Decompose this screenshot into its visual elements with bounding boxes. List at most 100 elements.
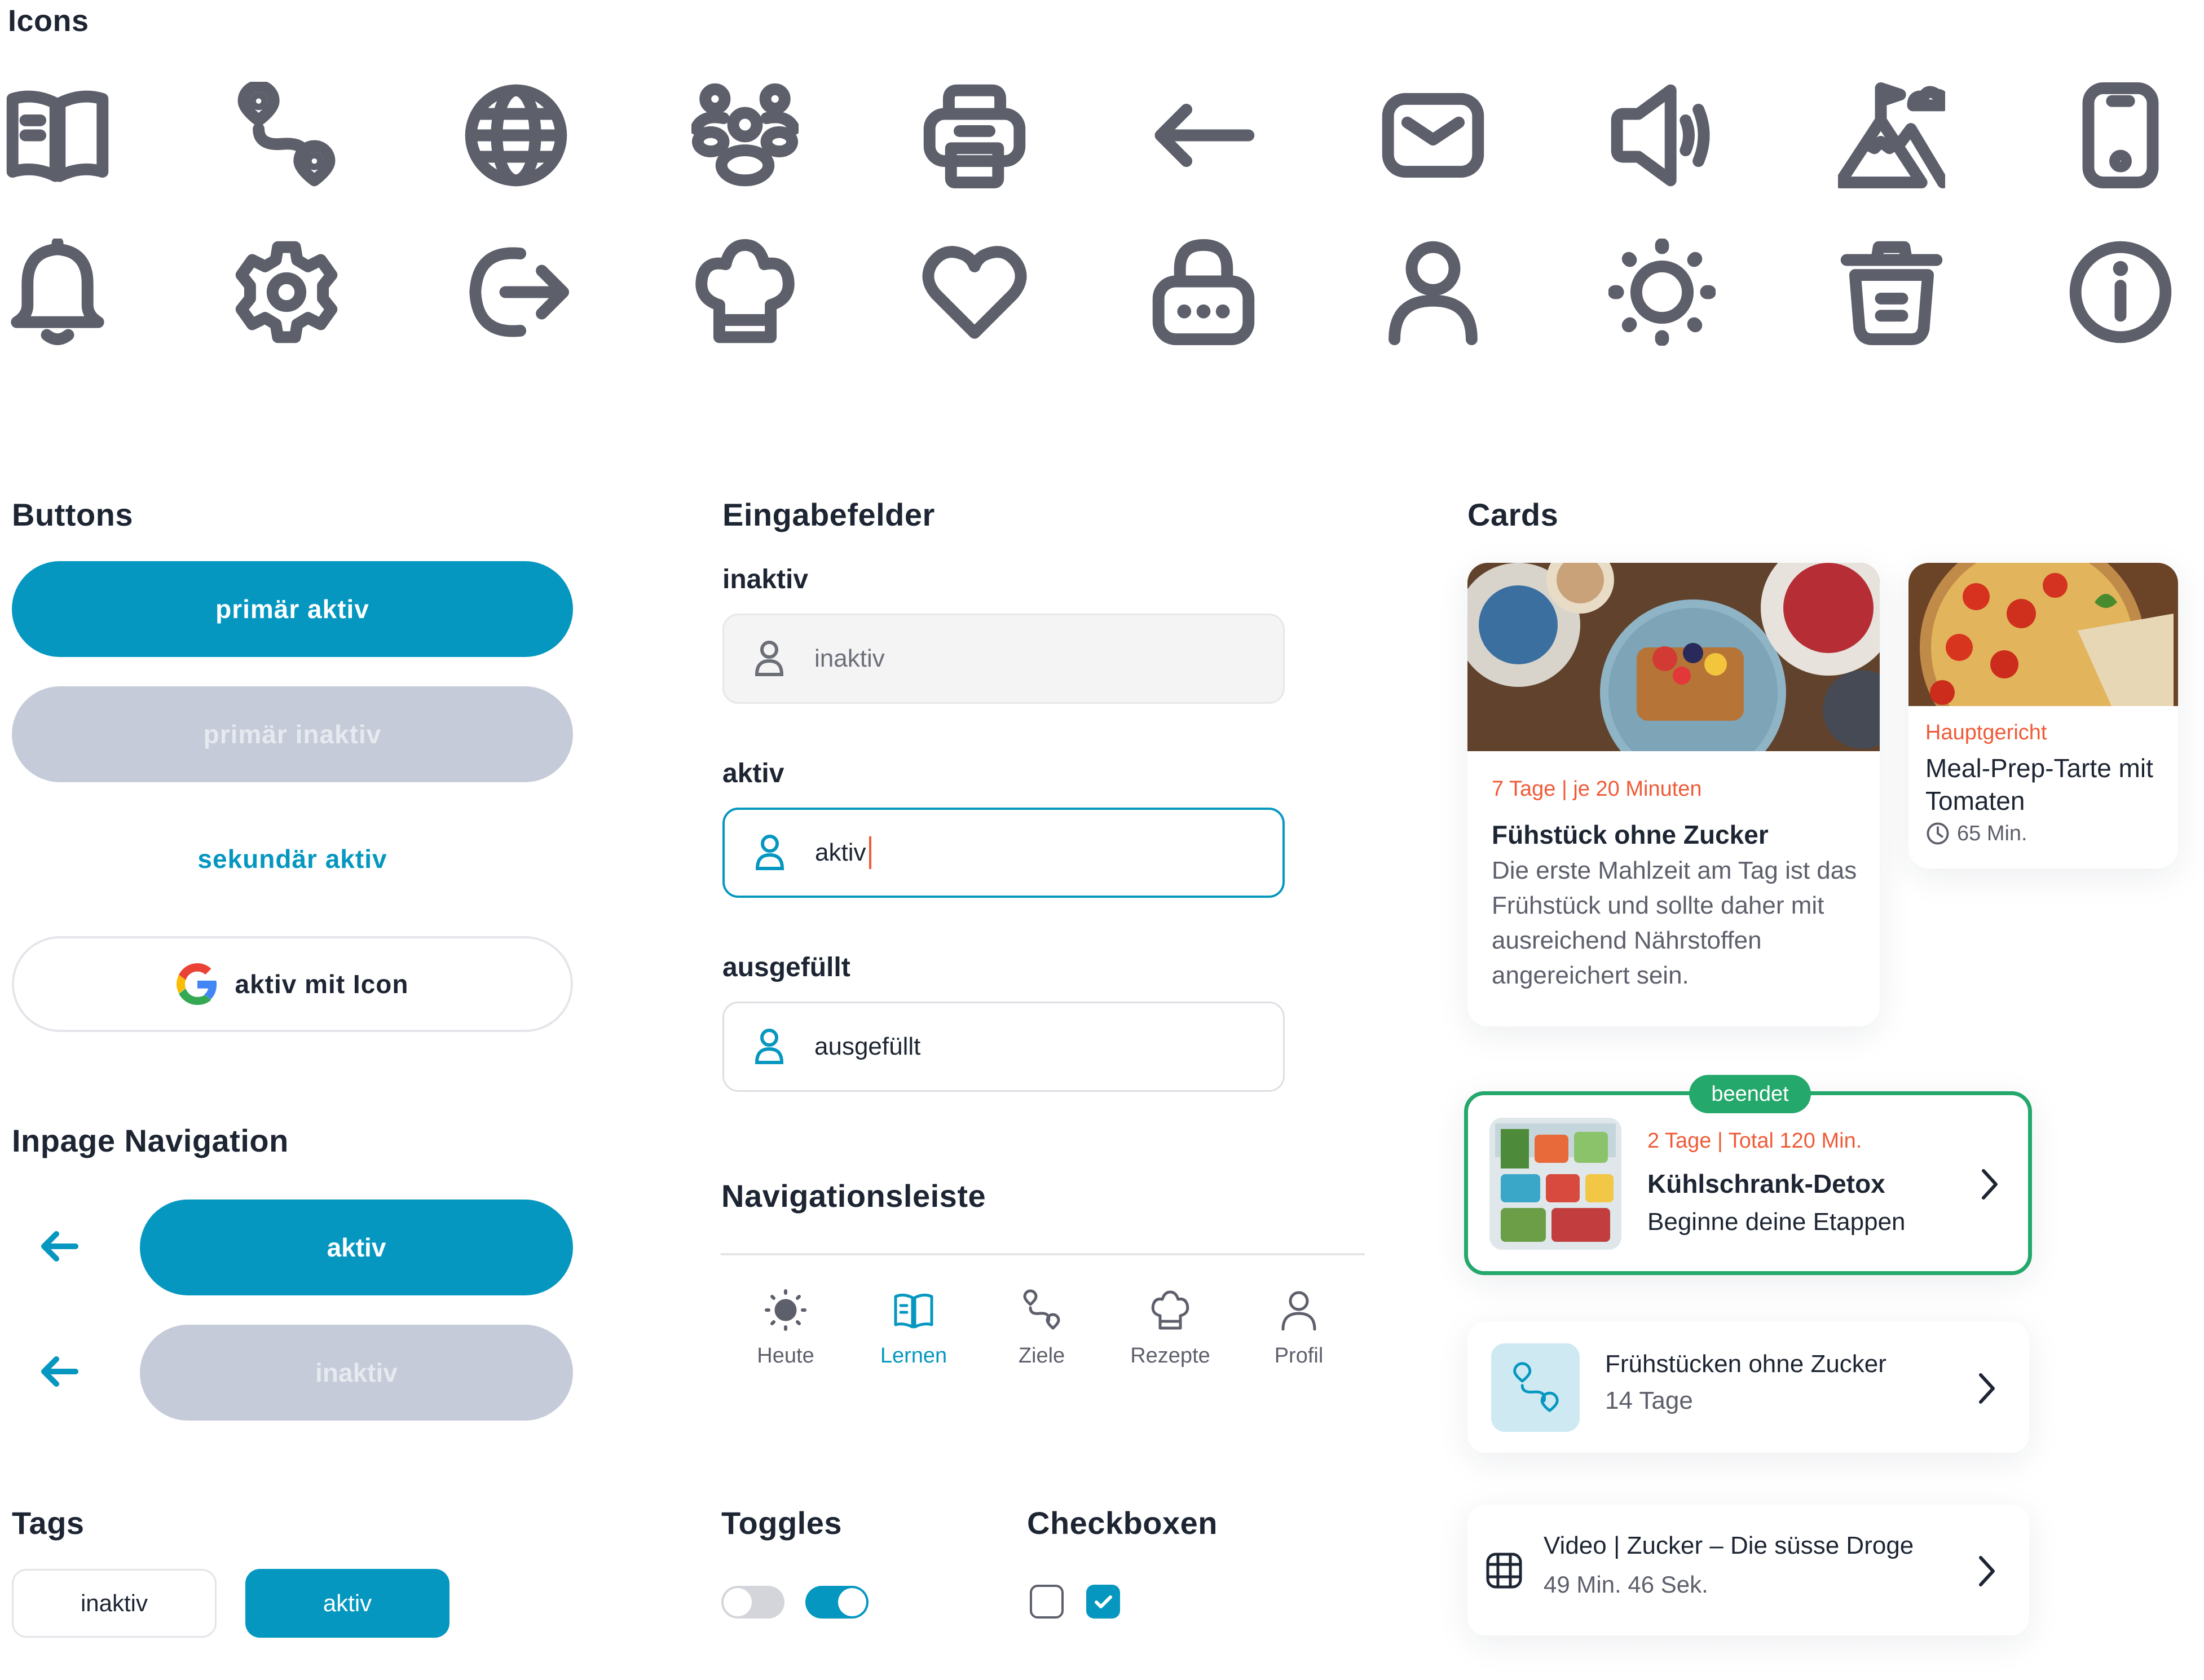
section-title-inpage-navigation: Inpage Navigation: [12, 1123, 289, 1158]
tag-inactive[interactable]: inaktiv: [12, 1569, 217, 1638]
toggle-knob: [838, 1588, 866, 1616]
card-subtitle: 49 Min. 46 Sek.: [1544, 1571, 1708, 1598]
user-icon: [754, 834, 786, 872]
toggle-on[interactable]: [805, 1586, 869, 1619]
phone-icon: [2064, 79, 2177, 192]
route-icon: [230, 79, 343, 192]
nav-label-rezepte: Rezepte: [1130, 1344, 1210, 1368]
icon-button-label: aktiv mit Icon: [235, 969, 409, 999]
check-icon: [1095, 1595, 1112, 1608]
card-title: Frühstücken ohne Zucker: [1605, 1350, 1886, 1378]
nav-label-ziele: Ziele: [1018, 1344, 1065, 1368]
user-icon: [1377, 236, 1489, 349]
checkbox-unchecked[interactable]: [1030, 1585, 1064, 1619]
nav-item-rezepte[interactable]: Rezepte: [1114, 1289, 1227, 1368]
card-time: 65 Min.: [1925, 821, 2027, 846]
breakfast-image: [1467, 563, 1880, 751]
secondary-active-button[interactable]: sekundär aktiv: [12, 811, 573, 907]
text-caret: [869, 836, 872, 869]
route-icon: [1513, 1362, 1559, 1412]
nav-item-ziele[interactable]: Ziele: [985, 1289, 1098, 1368]
status-badge: beendet: [1689, 1075, 1811, 1113]
card-title: Fühstück ohne Zucker: [1492, 820, 1769, 849]
input-label-active: aktiv: [722, 759, 784, 788]
card-time-text: 65 Min.: [1957, 821, 2027, 845]
route-icon: [1023, 1289, 1060, 1330]
goal-card[interactable]: Frühstücken ohne Zucker 14 Tage: [1467, 1322, 2029, 1453]
mountain-icon: [1835, 79, 1948, 192]
nav-label-profil: Profil: [1274, 1344, 1324, 1368]
primary-inactive-button[interactable]: primär inaktiv: [12, 686, 573, 782]
book-icon: [1, 79, 114, 192]
chevron-right-icon[interactable]: [1980, 1167, 1999, 1201]
input-label-filled: ausgefüllt: [722, 953, 850, 982]
globe-icon: [460, 79, 572, 192]
inpage-nav-inactive-button[interactable]: inaktiv: [140, 1325, 573, 1421]
fridge-image: [1489, 1118, 1621, 1250]
input-label-inactive: inaktiv: [722, 565, 809, 594]
tarte-image: [1908, 563, 2178, 706]
chef-hat-icon: [689, 236, 801, 349]
card-description: Die erste Mahlzeit am Tag ist das Frühst…: [1492, 857, 1857, 989]
icon-button[interactable]: aktiv mit Icon: [12, 936, 573, 1032]
toggle-off[interactable]: [721, 1586, 784, 1619]
section-title-buttons: Buttons: [12, 497, 134, 532]
goal-icon-tile: [1491, 1343, 1580, 1432]
section-title-checkboxes: Checkboxen: [1027, 1505, 1218, 1541]
nav-item-heute[interactable]: Heute: [729, 1289, 842, 1368]
primary-active-button[interactable]: primär aktiv: [12, 561, 573, 657]
input-filled-value: ausgefüllt: [814, 1033, 921, 1060]
info-icon: [2064, 236, 2177, 349]
lock-icon: [1147, 236, 1260, 349]
back-arrow-inactive[interactable]: [39, 1355, 79, 1388]
card-title: Video | Zucker – Die süsse Droge: [1544, 1532, 1914, 1559]
section-title-cards: Cards: [1467, 497, 1559, 532]
trash-icon: [1835, 236, 1948, 349]
input-active[interactable]: aktiv: [722, 808, 1285, 898]
nav-label-lernen: Lernen: [880, 1344, 947, 1368]
navbar-divider: [721, 1253, 1365, 1255]
video-card[interactable]: Video | Zucker – Die süsse Droge 49 Min.…: [1467, 1505, 2029, 1635]
card-subtitle: Beginne deine Etappen: [1647, 1208, 1906, 1236]
input-inactive-value: inaktiv: [814, 645, 885, 672]
clock-icon: [1927, 822, 1949, 845]
chef-hat-icon: [1151, 1290, 1189, 1330]
card-subtitle: 14 Tage: [1605, 1387, 1693, 1414]
sun-icon: [765, 1289, 806, 1331]
back-arrow-active[interactable]: [39, 1229, 79, 1263]
toggle-knob: [724, 1588, 752, 1616]
nav-item-lernen[interactable]: Lernen: [857, 1289, 970, 1368]
user-icon: [753, 1028, 785, 1066]
tag-active[interactable]: aktiv: [245, 1569, 449, 1638]
card-title: Meal-Prep-Tarte mit Tomaten: [1925, 753, 2153, 815]
mail-icon: [1377, 79, 1489, 192]
input-active-value: aktiv: [815, 839, 866, 866]
logout-icon: [460, 236, 572, 349]
card-meta: 2 Tage | Total 120 Min.: [1647, 1129, 1862, 1153]
card-title: Kühlschrank-Detox: [1647, 1169, 1885, 1198]
user-icon: [1281, 1291, 1316, 1331]
section-title-navbar: Navigationsleiste: [721, 1178, 986, 1214]
nav-label-heute: Heute: [757, 1344, 814, 1368]
input-filled[interactable]: ausgefüllt: [722, 1002, 1285, 1092]
printer-icon: [918, 79, 1031, 192]
bell-icon: [1, 236, 114, 349]
section-title-tags: Tags: [12, 1505, 85, 1541]
speaker-icon: [1606, 79, 1718, 192]
chevron-right-icon[interactable]: [1977, 1554, 1996, 1588]
film-icon: [1486, 1553, 1522, 1589]
checkbox-checked[interactable]: [1086, 1585, 1120, 1619]
recipe-card-tarte[interactable]: Hauptgericht Meal-Prep-Tarte mit Tomaten…: [1908, 563, 2178, 868]
heart-icon: [918, 236, 1031, 349]
challenge-card-detox[interactable]: beendet 2 Tage | Total 120 Min. Kühlschr…: [1464, 1075, 2032, 1275]
nav-item-profil[interactable]: Profil: [1242, 1289, 1355, 1368]
inpage-nav-active-button[interactable]: aktiv: [140, 1200, 573, 1295]
sun-icon: [1606, 236, 1718, 349]
chevron-right-icon[interactable]: [1977, 1372, 1996, 1405]
input-inactive[interactable]: inaktiv: [722, 614, 1285, 704]
section-title-toggles: Toggles: [721, 1505, 843, 1541]
section-title-inputs: Eingabefelder: [722, 497, 935, 532]
google-icon: [176, 963, 217, 1005]
user-icon: [753, 640, 785, 678]
recipe-card-breakfast[interactable]: 7 Tage | je 20 Minuten Fühstück ohne Zuc…: [1467, 563, 1880, 1026]
